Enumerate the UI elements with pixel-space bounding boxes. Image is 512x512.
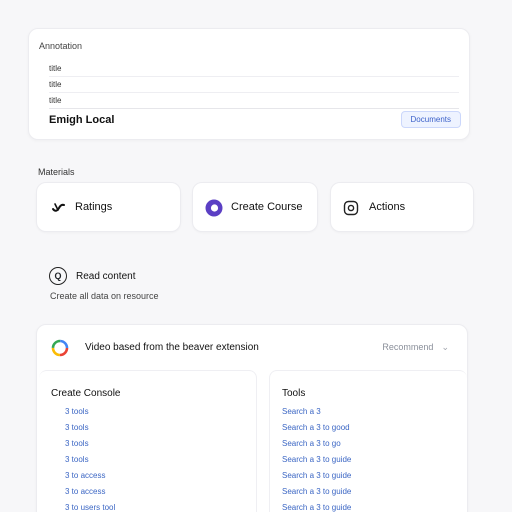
list-item[interactable]: Search a 3 to go — [282, 436, 351, 452]
recommend-dropdown[interactable]: Recommend ⌄ — [382, 342, 449, 353]
create-course-tile[interactable]: Create Course — [192, 182, 318, 232]
swirl-icon — [49, 199, 67, 217]
read-content-title: Read content — [76, 271, 136, 282]
column-title: Create Console — [51, 388, 121, 399]
annotation-title: Annotation — [39, 41, 83, 51]
create-console-list: 3 tools 3 tools 3 tools 3 tools 3 to acc… — [65, 404, 115, 512]
list-item[interactable]: 3 to users tool — [65, 500, 115, 512]
local-label: Emigh Local — [49, 114, 115, 126]
list-item[interactable]: Search a 3 to guide — [282, 452, 351, 468]
column-title: Tools — [282, 388, 306, 399]
q-circle-icon — [342, 199, 360, 217]
annotation-row-label: title — [49, 96, 62, 105]
list-item[interactable]: 3 to access — [65, 484, 115, 500]
recommend-label: Recommend — [382, 342, 434, 352]
section-label: Materials — [38, 167, 75, 177]
list-item[interactable]: Search a 3 to guide — [282, 500, 351, 512]
annotation-row-label: title — [49, 80, 62, 89]
annotation-row-label: title — [49, 64, 62, 73]
google-icon — [51, 339, 69, 357]
tools-column: Tools Search a 3 Search a 3 to good Sear… — [269, 370, 467, 512]
list-item[interactable]: Search a 3 to guide — [282, 484, 351, 500]
panel-header[interactable]: Video based from the beaver extension Re… — [37, 325, 467, 369]
list-item[interactable]: Search a 3 — [282, 404, 351, 420]
panel-title: Video based from the beaver extension — [85, 342, 259, 353]
ratings-tile[interactable]: Ratings — [36, 182, 181, 232]
annotation-row[interactable]: title — [49, 61, 459, 77]
annotation-row[interactable]: title — [49, 93, 459, 109]
purple-circle-icon — [205, 199, 223, 217]
create-console-column: Create Console 3 tools 3 tools 3 tools 3… — [39, 370, 257, 512]
annotation-card: Annotation title title title Emigh Local… — [28, 28, 470, 140]
list-item[interactable]: Search a 3 to guide — [282, 468, 351, 484]
actions-label: Actions — [369, 201, 406, 213]
list-item[interactable]: 3 tools — [65, 420, 115, 436]
annotation-row[interactable]: title — [49, 77, 459, 93]
ratings-label: Ratings — [75, 201, 113, 213]
create-course-label: Create Course — [231, 201, 303, 213]
tools-list: Search a 3 Search a 3 to good Search a 3… — [282, 404, 351, 512]
list-item[interactable]: 3 to access — [65, 468, 115, 484]
list-item[interactable]: Search a 3 to good — [282, 420, 351, 436]
list-item[interactable]: 3 tools — [65, 404, 115, 420]
list-item[interactable]: 3 tools — [65, 452, 115, 468]
chevron-down-icon: ⌄ — [441, 342, 449, 352]
search-q-icon: Q — [49, 267, 67, 285]
video-panel: Video based from the beaver extension Re… — [36, 324, 468, 512]
list-item[interactable]: 3 tools — [65, 436, 115, 452]
documents-button[interactable]: Documents — [400, 111, 461, 128]
actions-tile[interactable]: Actions — [330, 182, 474, 232]
read-content-subtitle: Create all data on resource — [50, 291, 159, 301]
